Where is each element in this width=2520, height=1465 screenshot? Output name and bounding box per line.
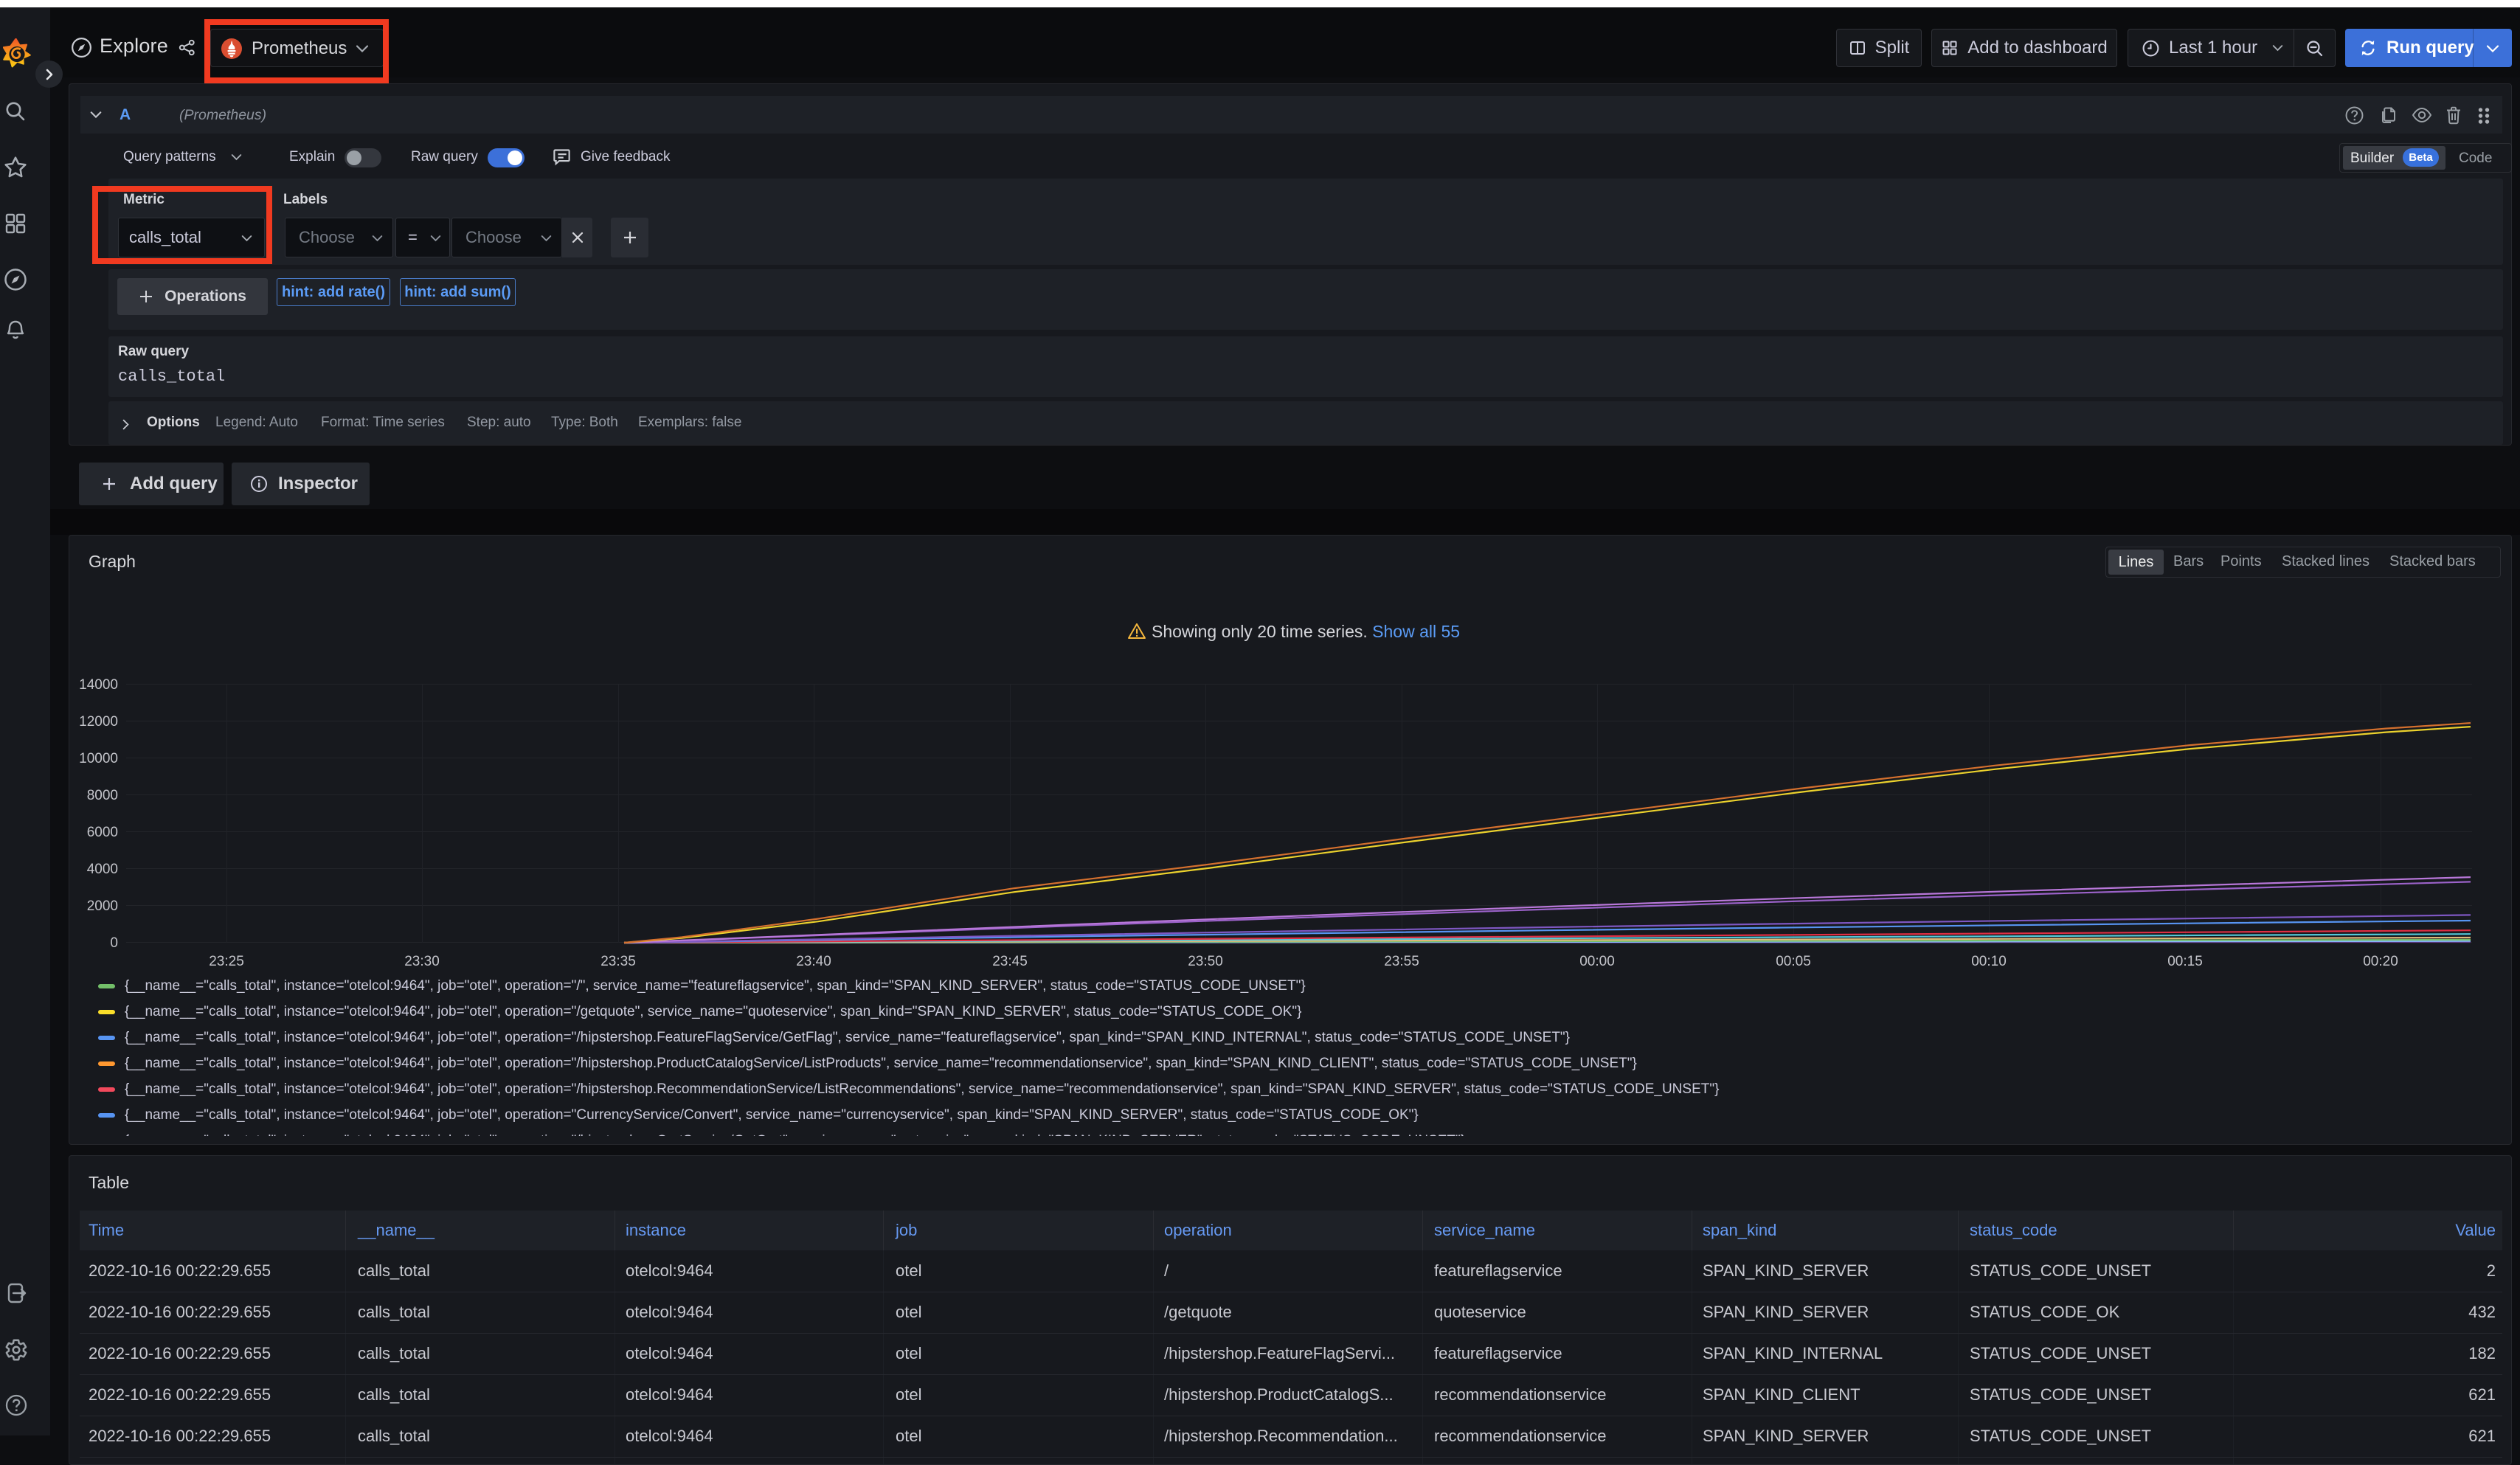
svg-text:23:30: 23:30 [404, 954, 440, 969]
svg-text:23:55: 23:55 [1384, 954, 1419, 969]
svg-text:00:05: 00:05 [1776, 954, 1811, 969]
svg-text:23:40: 23:40 [796, 954, 831, 969]
svg-text:23:35: 23:35 [600, 954, 636, 969]
svg-text:4000: 4000 [87, 862, 118, 877]
svg-text:23:25: 23:25 [209, 954, 244, 969]
svg-text:10000: 10000 [79, 751, 118, 766]
svg-text:14000: 14000 [79, 677, 118, 693]
svg-text:0: 0 [110, 935, 118, 951]
svg-text:12000: 12000 [79, 714, 118, 730]
svg-text:00:20: 00:20 [2363, 954, 2398, 969]
svg-text:8000: 8000 [87, 788, 118, 803]
svg-text:23:45: 23:45 [992, 954, 1028, 969]
svg-text:2000: 2000 [87, 898, 118, 914]
svg-text:23:50: 23:50 [1188, 954, 1223, 969]
svg-text:00:15: 00:15 [2167, 954, 2203, 969]
svg-text:00:00: 00:00 [1579, 954, 1615, 969]
svg-text:6000: 6000 [87, 825, 118, 840]
svg-text:00:10: 00:10 [1971, 954, 2007, 969]
